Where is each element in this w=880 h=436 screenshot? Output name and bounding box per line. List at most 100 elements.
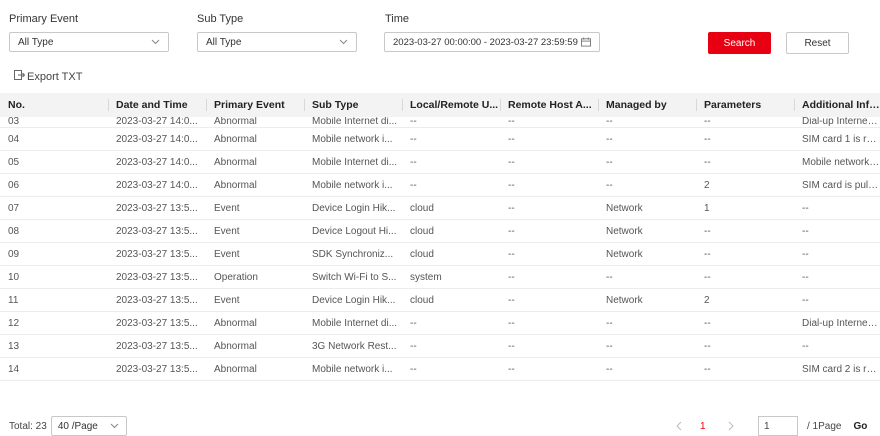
page-jump-value: 1 bbox=[764, 420, 770, 432]
col-header-local-remote-user[interactable]: Local/Remote U... bbox=[402, 93, 500, 117]
cell-primary-event: Abnormal bbox=[206, 334, 304, 358]
cell-local-remote-user: -- bbox=[402, 150, 500, 174]
col-header-sub-type[interactable]: Sub Type bbox=[304, 93, 402, 117]
page-number-current[interactable]: 1 bbox=[700, 421, 710, 432]
cell-parameters: 2 bbox=[696, 288, 794, 312]
col-header-managed-by[interactable]: Managed by bbox=[598, 93, 696, 117]
cell-managed-by: -- bbox=[598, 127, 696, 151]
cell-local-remote-user: -- bbox=[402, 334, 500, 358]
cell-parameters: 2 bbox=[696, 173, 794, 197]
cell-remote-host: -- bbox=[500, 311, 598, 335]
col-header-no[interactable]: No. bbox=[0, 93, 108, 117]
cell-no: 08 bbox=[0, 219, 108, 243]
table-row[interactable]: 12 2023-03-27 13:5... Abnormal Mobile Inter… bbox=[0, 311, 880, 335]
sub-type-select[interactable]: All Type bbox=[197, 32, 357, 52]
cell-local-remote-user: -- bbox=[402, 311, 500, 335]
cell-date-time: 2023-03-27 13:5... bbox=[108, 219, 206, 243]
chevron-down-icon bbox=[150, 37, 160, 47]
cell-managed-by: Network bbox=[598, 242, 696, 266]
table-row[interactable]: 05 2023-03-27 14:0... Abnormal Mobile Inter… bbox=[0, 150, 880, 174]
cell-parameters: -- bbox=[696, 117, 794, 128]
cell-local-remote-user: cloud bbox=[402, 219, 500, 243]
cell-sub-type: Device Login Hik... bbox=[304, 196, 402, 220]
table-header-row: No. Date and Time Primary Event Sub Type… bbox=[0, 93, 880, 117]
cell-local-remote-user: cloud bbox=[402, 288, 500, 312]
cell-local-remote-user: -- bbox=[402, 173, 500, 197]
total-count: Total: 23 bbox=[9, 420, 47, 432]
cell-primary-event: Event bbox=[206, 219, 304, 243]
table-row[interactable]: 08 2023-03-27 13:5... Event Device Logout H… bbox=[0, 219, 880, 243]
cell-date-time: 2023-03-27 13:5... bbox=[108, 265, 206, 289]
table-row[interactable]: 13 2023-03-27 13:5... Abnormal 3G Network R… bbox=[0, 334, 880, 358]
chevron-right-icon[interactable] bbox=[724, 421, 738, 431]
cell-additional-info: SIM card 2 is ready bbox=[794, 357, 880, 381]
table-row[interactable]: 14 2023-03-27 13:5... Abnormal Mobile netwo… bbox=[0, 357, 880, 381]
per-page-select[interactable]: 40 /Page bbox=[50, 416, 127, 436]
primary-event-select[interactable]: All Type bbox=[9, 32, 169, 52]
col-header-date-time[interactable]: Date and Time bbox=[108, 93, 206, 117]
cell-no: 05 bbox=[0, 150, 108, 174]
table-row[interactable]: 04 2023-03-27 14:0... Abnormal Mobile netwo… bbox=[0, 127, 880, 151]
pagination-right: 1 1 / 1Page Go bbox=[672, 416, 867, 436]
cell-additional-info: -- bbox=[794, 334, 880, 358]
cell-sub-type: Mobile Internet di... bbox=[304, 311, 402, 335]
cell-parameters: -- bbox=[696, 242, 794, 266]
table-row[interactable]: 10 2023-03-27 13:5... Operation Switch Wi-F… bbox=[0, 265, 880, 289]
cell-additional-info: -- bbox=[794, 265, 880, 289]
cell-date-time: 2023-03-27 13:5... bbox=[108, 242, 206, 266]
page-jump-input[interactable]: 1 bbox=[758, 416, 798, 436]
reset-button[interactable]: Reset bbox=[786, 32, 849, 54]
col-header-parameters[interactable]: Parameters bbox=[696, 93, 794, 117]
time-range-input[interactable]: 2023-03-27 00:00:00 - 2023-03-27 23:59:5… bbox=[384, 32, 600, 52]
cell-additional-info: -- bbox=[794, 219, 880, 243]
cell-parameters: -- bbox=[696, 127, 794, 151]
cell-local-remote-user: cloud bbox=[402, 196, 500, 220]
cell-primary-event: Abnormal bbox=[206, 311, 304, 335]
cell-additional-info: Dial-up Internet c... bbox=[794, 311, 880, 335]
cell-no: 11 bbox=[0, 288, 108, 312]
cell-primary-event: Event bbox=[206, 288, 304, 312]
cell-primary-event: Abnormal bbox=[206, 127, 304, 151]
export-label: Export TXT bbox=[27, 70, 83, 83]
cell-local-remote-user: -- bbox=[402, 117, 500, 128]
page-total: / 1Page bbox=[807, 420, 842, 432]
cell-remote-host: -- bbox=[500, 219, 598, 243]
cell-primary-event: Event bbox=[206, 242, 304, 266]
search-button[interactable]: Search bbox=[708, 32, 771, 54]
results-table-container: No. Date and Time Primary Event Sub Type… bbox=[0, 93, 880, 399]
cell-remote-host: -- bbox=[500, 334, 598, 358]
cell-parameters: -- bbox=[696, 265, 794, 289]
cell-date-time: 2023-03-27 13:5... bbox=[108, 311, 206, 335]
cell-date-time: 2023-03-27 14:0... bbox=[108, 150, 206, 174]
cell-additional-info: Mobile network d... bbox=[794, 150, 880, 174]
col-header-additional-info[interactable]: Additional Infor... bbox=[794, 93, 880, 117]
cell-remote-host: -- bbox=[500, 357, 598, 381]
col-header-primary-event[interactable]: Primary Event bbox=[206, 93, 304, 117]
cell-remote-host: -- bbox=[500, 265, 598, 289]
cell-no: 06 bbox=[0, 173, 108, 197]
sub-type-value: All Type bbox=[206, 36, 242, 48]
cell-managed-by: -- bbox=[598, 117, 696, 128]
cell-no: 07 bbox=[0, 196, 108, 220]
cell-remote-host: -- bbox=[500, 150, 598, 174]
primary-event-label: Primary Event bbox=[9, 13, 79, 25]
table-row[interactable]: 09 2023-03-27 13:5... Event SDK Synchroniz.… bbox=[0, 242, 880, 266]
cell-date-time: 2023-03-27 13:5... bbox=[108, 357, 206, 381]
cell-sub-type: Mobile network i... bbox=[304, 127, 402, 151]
col-header-remote-host[interactable]: Remote Host A... bbox=[500, 93, 598, 117]
go-button[interactable]: Go bbox=[853, 421, 867, 432]
primary-event-value: All Type bbox=[18, 36, 54, 48]
chevron-left-icon[interactable] bbox=[672, 421, 686, 431]
table-row[interactable]: 06 2023-03-27 14:0... Abnormal Mobile netwo… bbox=[0, 173, 880, 197]
cell-parameters: -- bbox=[696, 334, 794, 358]
table-row[interactable]: 11 2023-03-27 13:5... Event Device Login Hi… bbox=[0, 288, 880, 312]
table-row[interactable]: 03 2023-03-27 14:0... Abnormal Mobile Inter… bbox=[0, 117, 880, 128]
export-txt-button[interactable]: Export TXT bbox=[14, 70, 82, 83]
cell-no: 09 bbox=[0, 242, 108, 266]
cell-sub-type: Device Login Hik... bbox=[304, 288, 402, 312]
export-icon bbox=[14, 70, 26, 83]
cell-sub-type: Switch Wi-Fi to S... bbox=[304, 265, 402, 289]
cell-remote-host: -- bbox=[500, 196, 598, 220]
calendar-icon[interactable] bbox=[581, 37, 591, 47]
table-row[interactable]: 07 2023-03-27 13:5... Event Device Login Hi… bbox=[0, 196, 880, 220]
